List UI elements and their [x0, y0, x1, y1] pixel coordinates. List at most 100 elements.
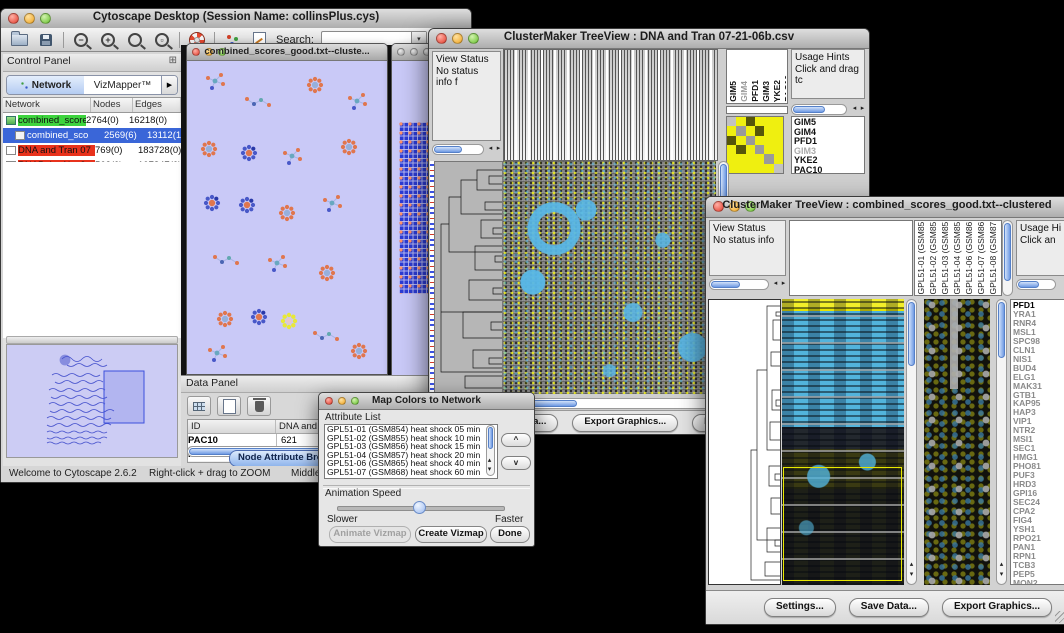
scroll-up-icon[interactable]: ▴ [996, 561, 1007, 569]
gene-label[interactable]: MON2 [1013, 579, 1063, 585]
array-label[interactable]: GPL51-08 (GSM872 [988, 222, 998, 294]
column-label[interactable]: GIM3 [761, 81, 771, 102]
tv2-detail-scrollbar[interactable] [996, 299, 1007, 585]
tv1-status-scrollbar[interactable] [432, 144, 484, 155]
scrollbar-thumb[interactable] [793, 106, 825, 113]
tv2-row-dendrogram[interactable] [708, 299, 781, 585]
treeview-action-button[interactable]: Save Data... [849, 598, 929, 617]
scrollbar-thumb[interactable] [998, 302, 1005, 358]
col-id[interactable]: ID [188, 420, 276, 433]
network-view-window[interactable]: combined_scores_good.txt--cluste... [186, 43, 388, 375]
slider-thumb[interactable] [413, 501, 426, 514]
scroll-right-icon[interactable]: ▸ [778, 280, 789, 288]
gene-label[interactable]: PAC10 [794, 166, 862, 175]
overview-divider-handle[interactable] [6, 336, 178, 344]
delete-attribute-button[interactable] [247, 396, 271, 416]
col-network[interactable]: Network [3, 98, 91, 112]
network-table-row[interactable]: combined_scores 2764(0) 16218(0) [3, 113, 181, 128]
close-button[interactable] [397, 48, 405, 56]
gene-similarity-matrix[interactable] [727, 117, 783, 173]
create-vizmap-button[interactable]: Create Vizmap [415, 526, 487, 543]
scrollbar-thumb[interactable] [488, 427, 493, 449]
scrollbar-thumb[interactable] [1004, 223, 1011, 281]
zoom-in-button[interactable]: + [98, 30, 118, 49]
zoom-out-icon: − [74, 33, 88, 47]
tv1-hints-scrollbar[interactable] [791, 104, 847, 115]
tab-overflow-button[interactable]: ▶ [161, 76, 177, 94]
network-canvas[interactable] [187, 61, 385, 373]
column-label[interactable]: GIM4 [739, 81, 749, 102]
attribute-list-item[interactable]: GPL51-07 (GSM868) heat shock 60 min [325, 468, 497, 477]
move-down-button[interactable]: v [501, 456, 531, 470]
main-title-bar[interactable]: Cytoscape Desktop (Session Name: collins… [1, 9, 471, 29]
create-attribute-button[interactable] [217, 396, 241, 416]
column-label[interactable]: PAC10 [783, 75, 786, 102]
network-table-row[interactable]: combined_sco 2569(6) 13112(15) [3, 128, 181, 143]
col-edges[interactable]: Edges [133, 98, 181, 112]
network-view-title-bar[interactable]: combined_scores_good.txt--cluste... [187, 44, 387, 61]
column-label[interactable]: PFD1 [750, 80, 760, 102]
tv2-array-labels-scrollbar[interactable] [1002, 220, 1013, 296]
treeview-action-button[interactable]: Export Graphics... [572, 414, 678, 432]
array-label[interactable]: GPL51-01 (GSM854 [916, 222, 926, 294]
array-label[interactable]: GPL51-04 (GSM857 [952, 222, 962, 294]
tv2-vscrollbar[interactable] [906, 299, 917, 585]
treeview-action-button[interactable]: Settings... [764, 598, 836, 617]
scroll-down-icon[interactable]: ▾ [996, 571, 1007, 579]
tv2-column-dendrogram-panel[interactable] [789, 220, 913, 296]
overview-viewport-rect[interactable] [104, 371, 144, 423]
scroll-up-icon[interactable]: ▴ [906, 561, 917, 569]
zoom-selected-button[interactable]: ▫ [152, 30, 172, 49]
scrollbar-thumb[interactable] [908, 302, 915, 366]
tv1-row-dendrogram[interactable] [434, 161, 503, 394]
network-overview-panel[interactable] [6, 344, 178, 458]
col-nodes[interactable]: Nodes [91, 98, 133, 112]
dialog-title-bar[interactable]: Map Colors to Network [319, 393, 534, 410]
array-label[interactable]: GPL51-06 (GSM865 [964, 222, 974, 294]
treeview-action-button[interactable]: Export Graphics... [942, 598, 1052, 617]
column-label[interactable]: GIM5 [728, 81, 738, 102]
array-label[interactable]: GPL51-03 (GSM856 [940, 222, 950, 294]
scroll-right-icon[interactable]: ▸ [857, 105, 868, 113]
network-name: DNA and Tran 07 [18, 145, 95, 156]
animation-speed-label: Animation Speed [325, 488, 401, 499]
array-label[interactable]: GPL51-07 (GSM868 [976, 222, 986, 294]
scrollbar-thumb[interactable] [711, 281, 740, 288]
open-session-button[interactable] [9, 30, 29, 49]
tv1-heatmap[interactable] [503, 161, 716, 394]
done-button[interactable]: Done [490, 526, 530, 543]
tv1-usage-hints-panel: Usage Hints Click and drag tc [791, 49, 865, 99]
scrollbar-thumb[interactable] [1018, 281, 1039, 288]
tv2-heatmap[interactable] [782, 299, 904, 585]
select-attributes-button[interactable] [187, 396, 211, 416]
control-panel-header: Control Panel ⊞ [3, 54, 181, 72]
tv2-status-scrollbar[interactable] [709, 279, 769, 290]
resize-grip[interactable] [1055, 611, 1064, 623]
animate-vizmap-button[interactable]: Animate Vizmap [329, 526, 411, 543]
float-panel-icon[interactable]: ⊞ [169, 55, 177, 66]
attribute-listbox[interactable]: GPL51-01 (GSM854) heat shock 05 minGPL51… [324, 424, 498, 479]
save-session-button[interactable] [36, 30, 56, 49]
move-up-button[interactable]: ^ [501, 433, 531, 447]
zoom-fit-button[interactable] [125, 30, 145, 49]
network-nodes-count: 2569(6) [104, 130, 147, 141]
tv2-detail-heatmap[interactable] [924, 299, 990, 585]
treeview2-window: ClusterMaker TreeView : combined_scores_… [705, 196, 1064, 625]
network-table-row[interactable]: DNA and Tran 07 769(0) 183728(0) [3, 143, 181, 158]
scroll-down-icon[interactable]: ▾ [485, 466, 494, 474]
tab-network[interactable]: Network [7, 76, 84, 94]
treeview1-title-bar[interactable]: ClusterMaker TreeView : DNA and Tran 07-… [429, 29, 869, 49]
scrollbar-thumb[interactable] [434, 146, 462, 153]
array-label[interactable]: GPL51-02 (GSM855 [928, 222, 938, 294]
tab-vizmapper[interactable]: VizMapper™ [84, 76, 161, 94]
tv2-gene-labels: PFD1YRA1RNR4MSL1SPC98CLN1NIS1BUD4ELG1MAK… [1013, 301, 1063, 585]
heatmap-selection-rect[interactable] [783, 467, 902, 581]
scroll-down-icon[interactable]: ▾ [906, 571, 917, 579]
scroll-up-icon[interactable]: ▴ [485, 457, 494, 465]
tv2-hints-scrollbar[interactable] [1016, 279, 1056, 290]
treeview2-title-bar[interactable]: ClusterMaker TreeView : combined_scores_… [706, 197, 1064, 218]
zoom-out-button[interactable]: − [71, 30, 91, 49]
column-label[interactable]: YKE2 [772, 80, 782, 102]
tv1-column-dendrogram[interactable] [503, 49, 718, 161]
minimize-button[interactable] [410, 48, 418, 56]
